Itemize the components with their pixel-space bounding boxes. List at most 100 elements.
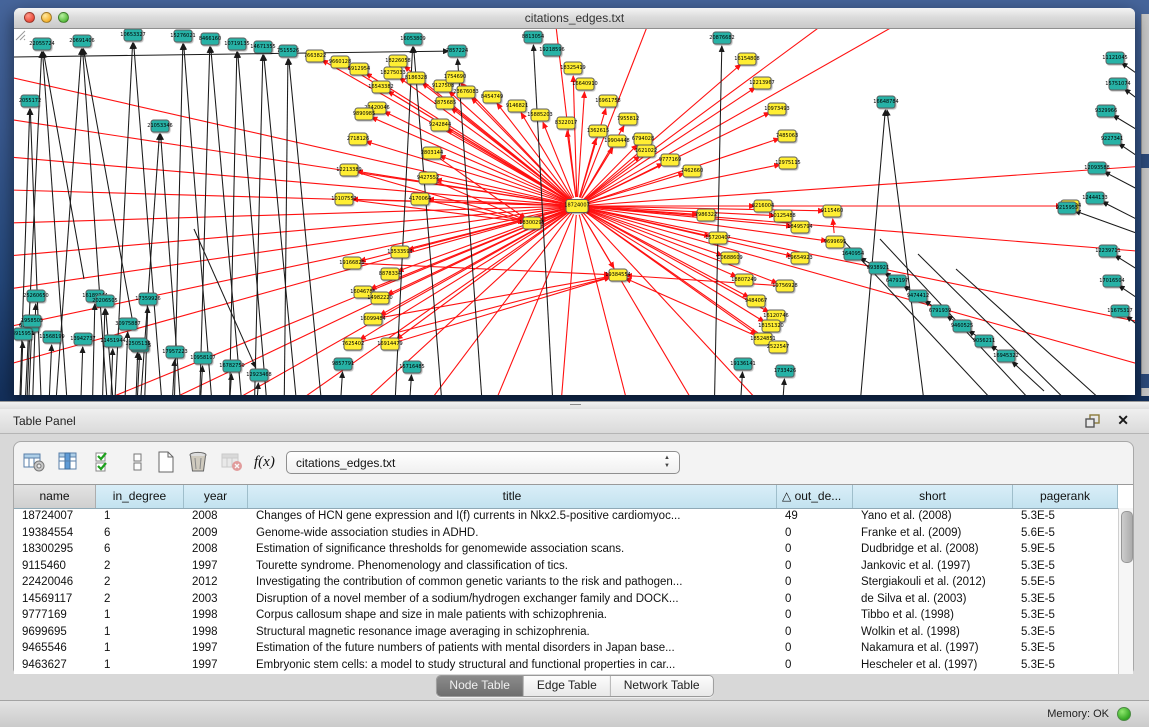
graph-node[interactable]: 11568199	[43, 331, 62, 344]
graph-node[interactable]: 9227341	[1103, 133, 1122, 146]
graph-node[interactable]: 8938921	[869, 262, 888, 275]
graph-node[interactable]: 10653327	[124, 29, 143, 42]
table-row[interactable]: 977716911998Corpus callosum shape and si…	[14, 607, 1118, 624]
graph-node[interactable]: 16154808	[738, 53, 757, 66]
function-builder-icon[interactable]: f(x)	[254, 454, 278, 480]
graph-node[interactable]: 9329966	[1097, 105, 1116, 118]
graph-node[interactable]: 21053346	[151, 120, 170, 133]
graph-node[interactable]: 3875685	[436, 97, 455, 110]
graph-node[interactable]: 9460525	[953, 320, 972, 333]
graph-node[interactable]: 12213967	[753, 77, 772, 90]
graph-node[interactable]: 15716485	[403, 361, 422, 374]
graph-node[interactable]: 7986322	[697, 209, 716, 222]
graph-node[interactable]: 19384554	[609, 269, 628, 282]
graph-node[interactable]: 7515526	[279, 45, 298, 58]
table-row[interactable]: 969969511998Structural magnetic resonanc…	[14, 624, 1118, 641]
graph-node[interactable]: 9484067	[747, 295, 766, 308]
table-row[interactable]: 1938455462009Genome-wide association stu…	[14, 525, 1118, 542]
graph-node[interactable]: 20691406	[73, 35, 92, 48]
graph-node[interactable]: 16961758	[599, 95, 618, 108]
new-column-icon[interactable]	[154, 450, 178, 476]
graph-node[interactable]: 12239711	[1099, 245, 1118, 258]
show-columns-icon[interactable]	[56, 450, 80, 476]
graph-node[interactable]: 19904448	[608, 135, 627, 148]
graph-node[interactable]: 9474412	[909, 290, 928, 303]
graph-node[interactable]: 16640910	[576, 78, 595, 91]
network-window-titlebar[interactable]: citations_edges.txt	[14, 8, 1135, 29]
column-header-in_degree[interactable]: in_degree	[96, 485, 184, 508]
graph-node[interactable]: 7625402	[344, 338, 363, 351]
graph-node[interactable]: 4170064	[411, 193, 430, 206]
graph-node[interactable]: 16543382	[372, 81, 391, 94]
table-row[interactable]: 946362711997Embryonic stem cells: a mode…	[14, 657, 1118, 674]
graph-node[interactable]: 18807249	[735, 274, 754, 287]
network-canvas[interactable]: 1872400796601285912954182260581827503316…	[14, 29, 1135, 395]
close-panel-icon[interactable]: ✕	[1117, 412, 1129, 429]
table-row[interactable]: 1830029562008Estimation of significance …	[14, 541, 1118, 558]
graph-node[interactable]: 16914479	[381, 338, 400, 351]
graph-node[interactable]: 8454749	[483, 91, 502, 104]
tab-edge-table[interactable]: Edge Table	[524, 676, 611, 696]
column-header-out_de[interactable]: △ out_de...	[777, 485, 853, 508]
panel-divider[interactable]	[0, 401, 1149, 409]
graph-node[interactable]: 7663822	[306, 50, 325, 63]
graph-node[interactable]: 9056211	[975, 335, 994, 348]
graph-node[interactable]: 18724007	[566, 199, 589, 213]
graph-node[interactable]: 7462660	[683, 165, 702, 178]
graph-node[interactable]: 18325419	[564, 62, 583, 75]
graph-node[interactable]: 9857791	[334, 358, 353, 371]
graph-node[interactable]: 2055172	[21, 95, 40, 108]
graph-node[interactable]: 7955812	[619, 113, 638, 126]
tab-node-table[interactable]: Node Table	[436, 676, 524, 696]
graph-node[interactable]: 8466160	[201, 33, 220, 46]
table-row[interactable]: 946554611997Estimation of the future num…	[14, 640, 1118, 657]
graph-node[interactable]: 12975115	[779, 157, 798, 170]
memory-status-indicator[interactable]	[1117, 707, 1131, 721]
graph-node[interactable]: 17016504	[1103, 275, 1122, 288]
graph-node[interactable]: 19218596	[543, 44, 562, 57]
graph-node[interactable]: 25260650	[27, 290, 46, 303]
graph-node[interactable]: 8186328	[407, 72, 426, 85]
graph-node[interactable]: 7485063	[778, 130, 797, 143]
graph-node[interactable]: 1958505	[23, 315, 42, 328]
graph-node[interactable]: 7857224	[448, 45, 467, 58]
graph-node[interactable]: 19136141	[734, 358, 753, 371]
column-header-pagerank[interactable]: pagerank	[1013, 485, 1118, 508]
graph-node[interactable]: 20206505	[96, 295, 115, 308]
graph-node[interactable]: 3915951	[14, 328, 33, 341]
graph-node[interactable]: 15885203	[531, 109, 550, 122]
graph-node[interactable]: 12923468	[250, 369, 269, 382]
float-panel-icon[interactable]	[1085, 414, 1101, 428]
graph-node[interactable]: 12213389	[340, 164, 359, 177]
table-settings-icon[interactable]	[22, 450, 46, 476]
graph-node[interactable]: 23676083	[457, 86, 476, 99]
graph-node[interactable]: 8322017	[557, 117, 576, 130]
scrollbar-thumb[interactable]	[1121, 511, 1133, 563]
graph-node[interactable]: 9115460	[823, 205, 842, 218]
graph-node[interactable]: 1362615	[589, 125, 608, 138]
graph-node[interactable]: 10107553	[335, 193, 354, 206]
graph-node[interactable]: 2718126	[349, 133, 368, 146]
graph-node[interactable]: 30975887	[119, 318, 138, 331]
right-panel-splitter[interactable]	[1141, 14, 1149, 396]
column-header-year[interactable]: year	[184, 485, 248, 508]
graph-node[interactable]: 9215955	[1058, 202, 1077, 215]
graph-node[interactable]: 18151320	[762, 320, 781, 333]
graph-node[interactable]: 16945322	[997, 350, 1016, 363]
column-header-title[interactable]: title	[248, 485, 777, 508]
graph-node[interactable]: 8878334	[381, 268, 400, 281]
select-rows-icon[interactable]	[92, 450, 116, 476]
graph-node[interactable]: 10958107	[194, 352, 213, 365]
row-height-icon[interactable]	[126, 450, 150, 476]
table-vertical-scrollbar[interactable]	[1118, 508, 1133, 674]
graph-node[interactable]: 15751074	[1109, 78, 1128, 91]
graph-node[interactable]: 16648784	[877, 96, 896, 109]
graph-node[interactable]: 17957223	[166, 346, 185, 359]
graph-node[interactable]: 16782759	[223, 360, 242, 373]
graph-node[interactable]: 5912954	[350, 63, 369, 76]
graph-node[interactable]: 12093588	[1088, 162, 1107, 175]
network-table-selector[interactable]: citations_edges.txt ▲▼	[286, 451, 680, 474]
graph-node[interactable]: 19166829	[343, 257, 362, 270]
graph-node[interactable]: 6791939	[931, 305, 950, 318]
graph-node[interactable]: 9427552	[419, 172, 438, 185]
